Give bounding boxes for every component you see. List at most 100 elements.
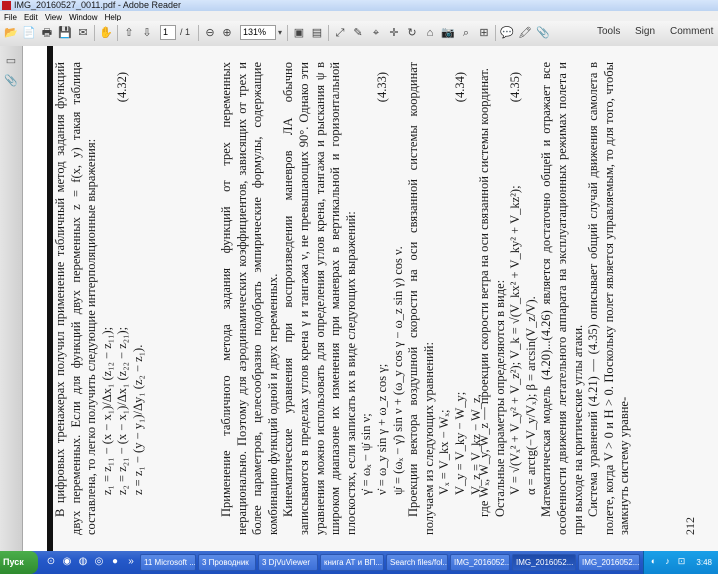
next-page-icon[interactable]: ⇩ [140, 26, 154, 40]
zoom-out-icon[interactable]: ⊖ [203, 26, 217, 40]
highlight-icon[interactable]: 🖍 [518, 26, 532, 40]
equation-text: γ̇ = ωₓ − ψ̇ sin ν; [359, 413, 374, 495]
paragraph: Применение табличного метода задания фун… [219, 62, 281, 535]
pan-zoom-icon[interactable]: ⊞ [477, 26, 491, 40]
fit-page-icon[interactable]: ▣ [292, 26, 306, 40]
previous-page-icon[interactable]: ⇧ [122, 26, 136, 40]
quick-launch-icon[interactable]: ◉ [60, 555, 74, 569]
menu-bar: File Edit View Window Help [0, 11, 718, 22]
comment-button[interactable]: Comment [670, 26, 713, 37]
toolbar-separator [94, 25, 95, 41]
taskbar-item[interactable]: 3 DjVuViewer [258, 554, 318, 571]
paragraph: Остальные параметры определяются в виде: [493, 62, 509, 535]
save-icon[interactable]: 💾 [58, 26, 72, 40]
taskbar-item[interactable]: 11 Microsoft ... [140, 554, 196, 571]
volume-icon[interactable]: ♪ [662, 556, 673, 567]
paragraph-text: Применение табличного метода задания фун… [219, 62, 280, 535]
sign-button[interactable]: Sign [635, 26, 655, 37]
comment-icon[interactable]: 💬 [500, 26, 514, 40]
rotated-page-content: В цифровых тренажерах получил применение… [47, 46, 707, 551]
fit-width-icon[interactable]: ▤ [310, 26, 324, 40]
quick-launch-icon[interactable]: ◍ [76, 555, 90, 569]
network-icon[interactable]: ⊡ [676, 556, 687, 567]
equation-text: V_y = V_ky − W_y; [452, 391, 467, 495]
text-column: В цифровых тренажерах получил применение… [53, 62, 147, 535]
taskbar-item[interactable]: Search files/fol... [386, 554, 448, 571]
page-total: / 1 [180, 27, 191, 37]
equation: V_y = V_ky − W_y; (4.34) [453, 62, 469, 535]
start-button[interactable]: Пуск [0, 551, 38, 574]
equation-number: (4.34) [452, 72, 467, 103]
rotate-icon[interactable]: ↻ [405, 26, 419, 40]
paragraph: где Wₓ, W_y, W_z — проекции скорости вет… [477, 62, 493, 535]
equation-text: ψ̇ = (ωₓ − γ̇) sin ν + (ω_y cos γ − ω_z … [390, 246, 405, 495]
paragraph: Проекции вектора воздушной скорости на о… [406, 62, 437, 535]
taskbar-item[interactable]: IMG_2016052... [578, 554, 640, 571]
taskbar-item[interactable]: IMG_2016052... [450, 554, 510, 571]
text-column: Применение табличного метода задания фун… [219, 62, 484, 535]
zoom-dropdown-icon[interactable]: ▾ [276, 26, 284, 40]
equation: z₁ = z₁₁ − (x − x₁)/Δx₁ (z₁₂ − z₁₁); [100, 62, 116, 535]
toolbar-separator [117, 25, 118, 41]
attachments-icon[interactable]: 📎 [4, 74, 18, 88]
create-pdf-icon[interactable]: 📄 [22, 26, 36, 40]
email-icon[interactable]: ✉ [76, 26, 90, 40]
equation-text: z₁ = z₁₁ − (x − x₁)/Δx₁ (z₁₂ − z₁₁); [99, 326, 114, 495]
taskbar-item-active[interactable]: IMG_2016052... [512, 554, 576, 571]
adobe-reader-icon [2, 1, 11, 10]
equation: V = √(Vₓ² + V_y² + V_z²); V_k = √(V_kx² … [508, 62, 524, 535]
equation-text: z = z₁ − (y − y₁)/Δy₁ (z₂ − z₁). [130, 344, 145, 495]
equation: ψ̇ = (ωₓ − γ̇) sin ν + (ω_y cos γ − ω_z … [391, 62, 407, 535]
crosshair-icon[interactable]: ✛ [387, 26, 401, 40]
equation: α = arctg(−V_y/Vₓ); β = arcsin(V_z/V). [524, 62, 540, 535]
zoom-input[interactable]: 131% [240, 25, 276, 40]
equation-text: Vₓ = V_kx − Wₓ; [437, 409, 452, 495]
navigation-pane: ▭ 📎 [0, 46, 23, 551]
toolbar: 📂 📄 🖶 💾 ✉ ✋ ⇧ ⇩ 1 / 1 ⊖ ⊕ 131% ▾ ▣ ▤ ⤢ ✎… [0, 21, 718, 47]
paragraph-text: Кинематические уравнения при воспроизвед… [281, 62, 358, 535]
document-area[interactable]: В цифровых тренажерах получил применение… [23, 46, 718, 551]
equation: Vₓ = V_kx − Wₓ; [437, 62, 453, 535]
equation-text: z₂ = z₂₁ − (x − x₁)/Δx₁ (z₂₂ − z₂₁); [115, 326, 130, 495]
page-thumbnails-icon[interactable]: ▭ [4, 54, 18, 68]
taskbar-item[interactable]: книга АТ и ВП... [320, 554, 384, 571]
paragraph: В цифровых тренажерах получил применение… [53, 62, 100, 535]
equation: z = z₁ − (y − y₁)/Δy₁ (z₂ − z₁). [131, 62, 147, 535]
equation: z₂ = z₂₁ − (x − x₁)/Δx₁ (z₂₂ − z₂₁); (4.3… [115, 62, 131, 535]
equation-text: ν̇ = ω_y sin γ + ω_z cos γ; [374, 363, 389, 495]
sign-icon[interactable]: ✎ [351, 26, 365, 40]
tools-button[interactable]: Tools [597, 26, 620, 37]
quick-launch-icon[interactable]: ⊙ [44, 555, 58, 569]
attach-icon[interactable]: 📎 [536, 26, 550, 40]
toolbar-separator [328, 25, 329, 41]
equation-number: (4.35) [508, 72, 523, 103]
taskbar-item[interactable]: 3 Проводник [198, 554, 256, 571]
window-title: IMG_20160527_0011.pdf - Adobe Reader [14, 0, 181, 10]
paragraph-text: Проекции вектора воздушной скорости на о… [406, 62, 436, 535]
equation-text: α = arctg(−V_y/Vₓ); β = arcsin(V_z/V). [523, 296, 538, 495]
paragraph-text: Остальные параметры определяются в виде: [492, 279, 507, 517]
paragraph: Кинематические уравнения при воспроизвед… [281, 62, 359, 535]
paragraph-text: В цифровых тренажерах получил применение… [53, 62, 99, 535]
open-icon[interactable]: 📂 [4, 26, 18, 40]
paragraph-text: Математическая модель (4.20)...(4.26) яв… [539, 62, 585, 535]
print-icon[interactable]: 🖶 [40, 26, 54, 40]
equation-text: V = √(Vₓ² + V_y² + V_z²); V_k = √(V_kx² … [508, 185, 523, 495]
paragraph: Система уравнений (4.21) — (4.35) описыв… [586, 62, 633, 535]
zoom-in-icon[interactable]: ⊕ [220, 26, 234, 40]
find-icon[interactable]: ⌕ [459, 26, 473, 40]
snapshot-icon[interactable]: 📷 [441, 26, 455, 40]
quick-launch-icon[interactable]: ◎ [92, 555, 106, 569]
toolbar-separator [198, 25, 199, 41]
hand-tool-icon[interactable]: ✋ [99, 26, 113, 40]
quick-launch-icon[interactable]: » [124, 555, 138, 569]
stamp-icon[interactable]: ⌂ [423, 26, 437, 40]
equation-number: (4.32) [115, 72, 130, 103]
page-number-input[interactable]: 1 [160, 25, 176, 40]
language-icon[interactable]: ◐ [648, 556, 659, 567]
equation: γ̇ = ωₓ − ψ̇ sin ν; [359, 62, 375, 535]
read-mode-icon[interactable]: ⤢ [333, 26, 347, 40]
paragraph-text: где Wₓ, W_y, W_z — проекции скорости вет… [477, 68, 491, 517]
select-tool-icon[interactable]: ⌖ [369, 26, 383, 40]
quick-launch-icon[interactable]: ● [108, 555, 122, 569]
